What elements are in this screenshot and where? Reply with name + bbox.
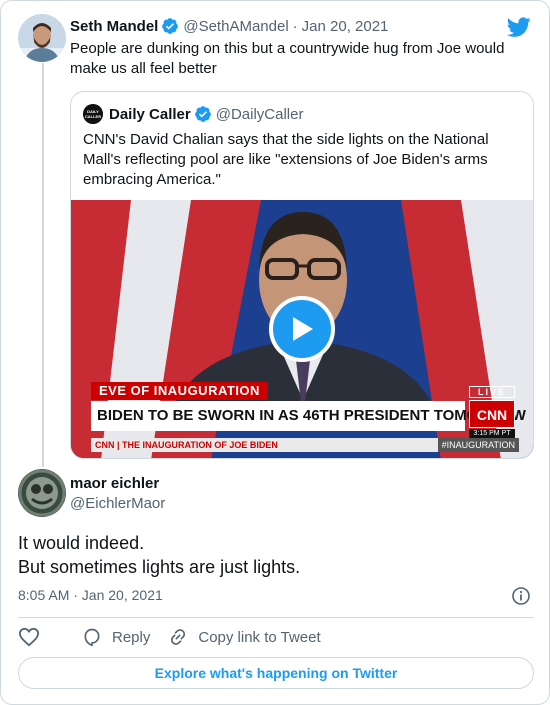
copy-link-button[interactable]: Copy link to Tweet <box>168 627 321 647</box>
verified-badge-icon <box>162 18 179 34</box>
reply-author-handle[interactable]: @EichlerMaor <box>70 495 165 512</box>
avatar-seth-mandel[interactable] <box>18 14 66 62</box>
explore-button[interactable]: Explore what's happening on Twitter <box>18 657 534 689</box>
like-button[interactable] <box>18 627 50 647</box>
tweet-date[interactable]: Jan 20, 2021 <box>302 18 389 35</box>
network-logo: CNN <box>469 400 515 428</box>
separator: · <box>292 17 298 35</box>
quoted-text: CNN's David Chalian says that the side l… <box>83 131 489 188</box>
ticker-text: CNN | THE INAUGURATION OF JOE BIDEN <box>95 440 278 450</box>
play-icon <box>293 317 313 341</box>
avatar-text: CALLER <box>85 114 101 119</box>
live-badge: LIVE <box>469 386 515 398</box>
tweet-embed-card: Seth Mandel @SethAMandel · Jan 20, 2021 … <box>0 0 550 705</box>
reply-timestamp[interactable]: 8:05 AM · Jan 20, 2021 <box>18 587 163 603</box>
reply-line-1: It would indeed. <box>18 533 145 553</box>
ticker-hashtag: #INAUGURATION <box>437 438 519 452</box>
thread-line <box>42 63 44 467</box>
avatar-daily-caller[interactable]: DAILY CALLER <box>83 104 103 124</box>
tweet-text: People are dunking on this but a country… <box>70 40 505 77</box>
tweet-header: Seth Mandel @SethAMandel · Jan 20, 2021 <box>70 17 388 35</box>
heart-icon <box>18 627 40 647</box>
quoted-header: Daily Caller @DailyCaller <box>109 105 303 123</box>
reply-header: maor eichler <box>70 475 159 492</box>
chyron-banner: EVE OF INAUGURATION <box>91 382 268 400</box>
author-name[interactable]: Seth Mandel <box>70 18 158 35</box>
ticker-bar: CNN | THE INAUGURATION OF JOE BIDEN #INA… <box>91 438 519 452</box>
info-icon[interactable] <box>511 586 531 606</box>
divider <box>18 617 534 618</box>
chyron-headline: BIDEN TO BE SWORN IN AS 46TH PRESIDENT T… <box>91 401 526 431</box>
video-thumbnail[interactable]: EVE OF INAUGURATION BIDEN TO BE SWORN IN… <box>71 200 533 458</box>
avatar-maor-eichler[interactable] <box>18 469 66 517</box>
play-button[interactable] <box>269 296 335 362</box>
reply-author-name[interactable]: maor eichler <box>70 475 159 492</box>
action-bar: Reply Copy link to Tweet <box>18 626 339 648</box>
reply-button[interactable]: Reply <box>82 627 150 647</box>
reply-handle-row: @EichlerMaor <box>70 495 165 512</box>
reply-icon <box>84 628 100 647</box>
broadcast-time: 3:15 PM PT <box>469 429 515 438</box>
copy-link-label: Copy link to Tweet <box>198 628 321 646</box>
reply-line-2: But sometimes lights are just lights. <box>18 557 301 577</box>
reply-text: It would indeed. But sometimes lights ar… <box>18 531 300 579</box>
quoted-tweet[interactable]: DAILY CALLER Daily Caller @DailyCaller C… <box>70 91 534 459</box>
quoted-author-handle[interactable]: @DailyCaller <box>216 106 304 123</box>
quoted-author-name[interactable]: Daily Caller <box>109 106 191 123</box>
reply-label: Reply <box>112 628 151 646</box>
author-handle[interactable]: @SethAMandel <box>183 18 288 35</box>
link-icon <box>171 629 186 645</box>
verified-badge-icon <box>194 106 211 122</box>
twitter-bird-icon[interactable] <box>506 15 531 39</box>
